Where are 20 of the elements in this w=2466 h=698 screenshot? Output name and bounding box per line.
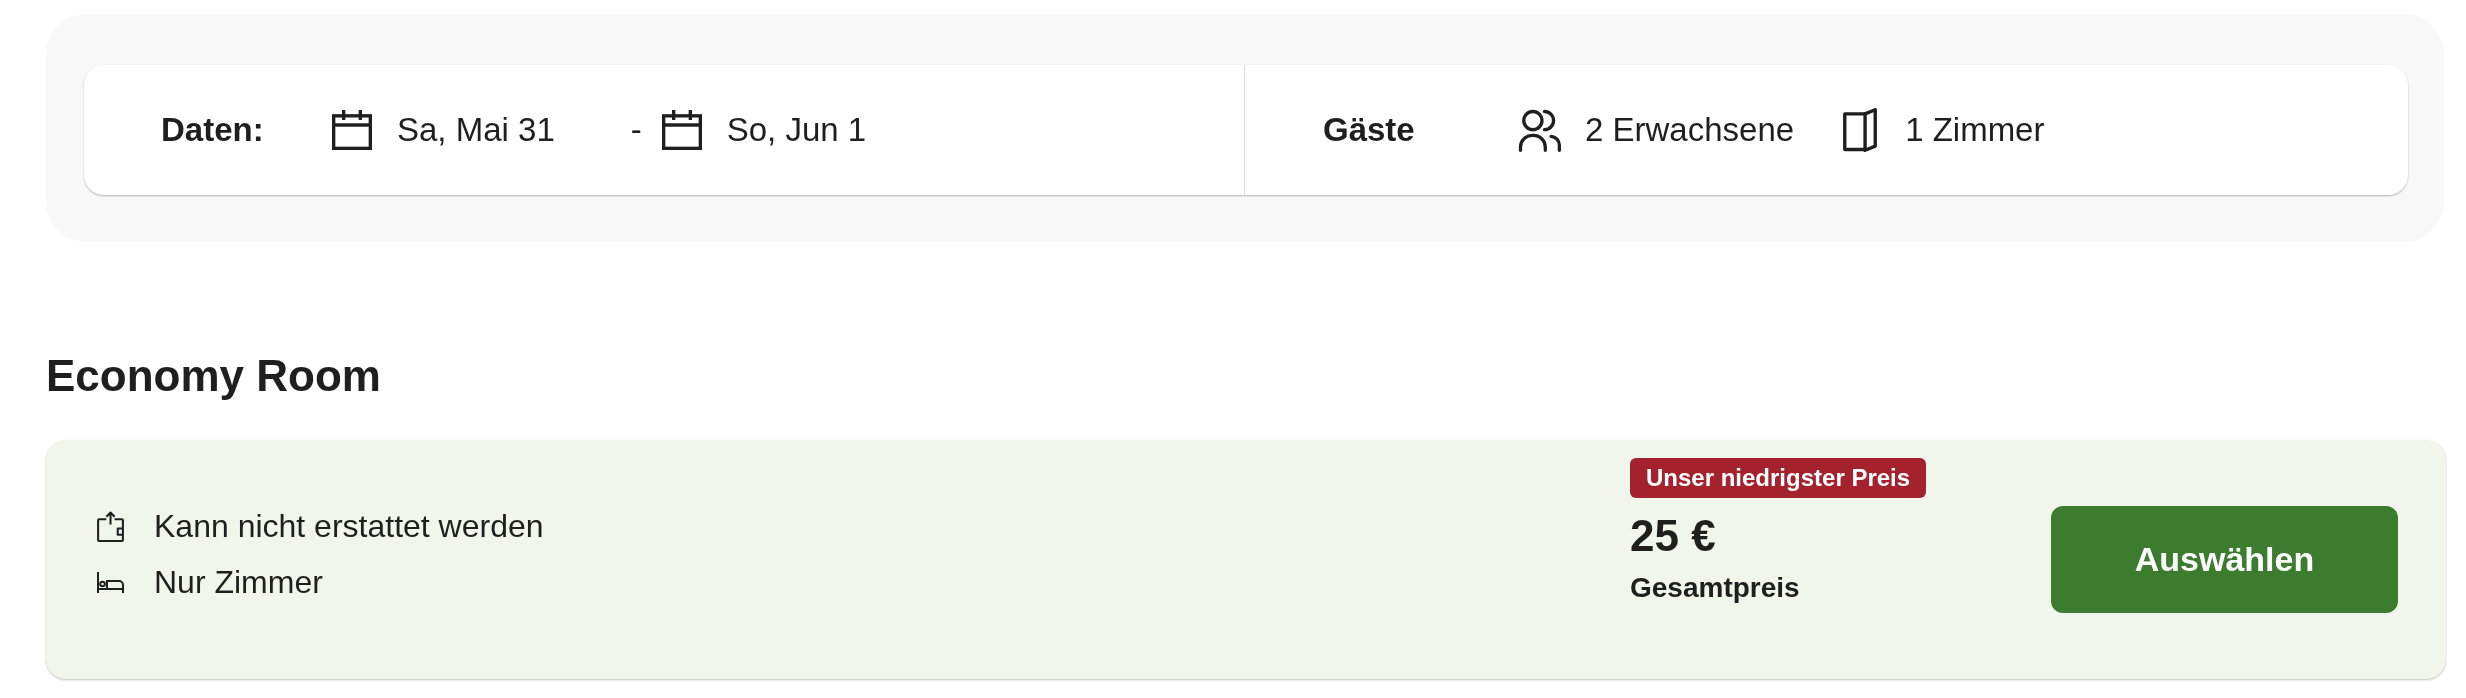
date-separator: -: [630, 110, 642, 150]
room-title: Economy Room: [46, 350, 381, 402]
rooms-button[interactable]: 1 Zimmer: [1843, 108, 2045, 152]
select-button[interactable]: Auswählen: [2051, 506, 2398, 613]
lowest-price-badge: Unser niedrigster Preis: [1630, 458, 1927, 498]
check-in-date-button[interactable]: Sa, Mai 31: [332, 110, 555, 150]
bed-icon: [97, 571, 124, 593]
calendar-icon: [332, 110, 372, 150]
people-icon: [1518, 108, 1561, 152]
guests-label: Gäste: [1323, 110, 1416, 150]
total-price-label: Gesamtpreis: [1630, 571, 1800, 605]
check-out-date-button[interactable]: So, Jun 1: [661, 110, 867, 150]
adults-button[interactable]: 2 Erwachsene: [1518, 108, 1795, 152]
door-icon: [1843, 108, 1878, 152]
wallet-arrow-icon: [97, 510, 124, 542]
calendar-icon: [661, 110, 702, 150]
dates-label: Daten:: [161, 110, 265, 150]
rate-feature-text: Kann nicht erstattet werden: [154, 507, 544, 546]
rate-feature-text: Nur Zimmer: [154, 563, 323, 602]
price-amount: 25 €: [1630, 510, 1716, 562]
